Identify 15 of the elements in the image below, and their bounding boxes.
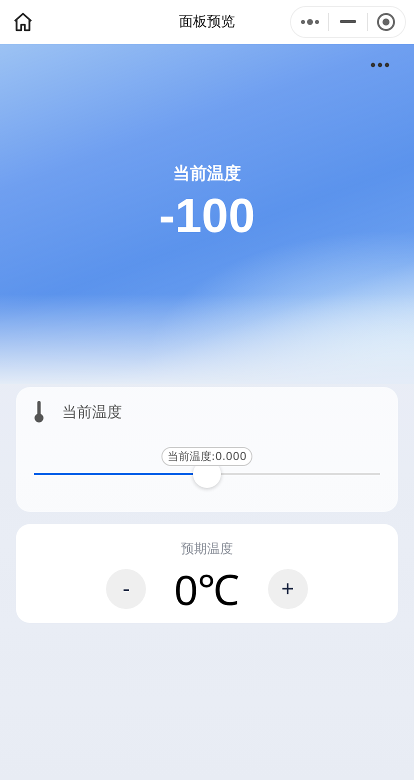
minus-icon [340, 20, 356, 24]
window-title: 面板预览 [179, 13, 235, 31]
increase-button[interactable]: + [268, 568, 308, 608]
home-icon [12, 11, 34, 33]
hero-label: 当前温度 [173, 163, 241, 185]
dots-icon [300, 18, 320, 26]
decrease-button[interactable]: - [106, 568, 146, 608]
setpoint-value: 0℃ [174, 566, 240, 616]
temperature-value: -100 [158, 189, 256, 244]
card-title: 预期温度 [181, 541, 233, 558]
slider-tooltip: 当前温度:0.000 [161, 447, 253, 466]
more-icon [370, 62, 390, 68]
target-icon [376, 12, 396, 32]
card-title: 当前温度 [62, 402, 122, 422]
thermometer-icon [34, 401, 44, 423]
